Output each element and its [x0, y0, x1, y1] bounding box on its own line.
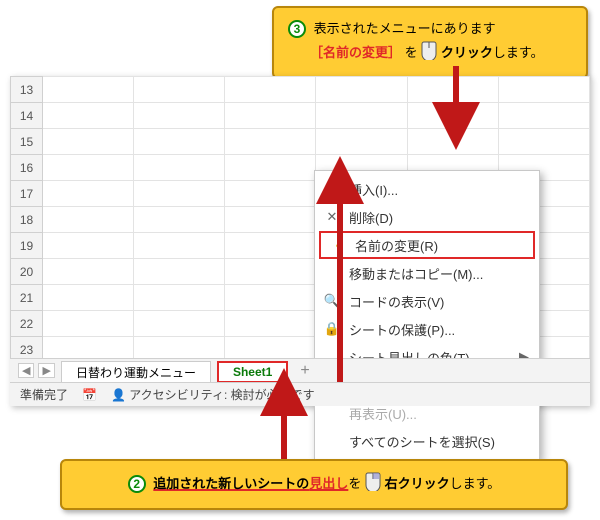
add-sheet-button[interactable]: +: [294, 362, 315, 380]
tab-nav-next[interactable]: ▶: [38, 363, 54, 378]
mouse-icon: [365, 471, 381, 498]
sheet-context-menu: 挿入(I)... ✕ 削除(D) • 名前の変更(R) 移動またはコピー(M).…: [314, 170, 540, 460]
cell[interactable]: [134, 207, 225, 233]
ctx-move-copy[interactable]: 移動またはコピー(M)...: [315, 259, 539, 287]
row-header[interactable]: 13: [11, 77, 43, 103]
callout-text: します。: [450, 476, 501, 491]
step-number-3: 3: [288, 20, 306, 38]
cell[interactable]: [134, 77, 225, 103]
cell[interactable]: [134, 311, 225, 337]
step-number-2: 2: [128, 475, 146, 493]
cell[interactable]: [498, 77, 589, 103]
accessibility-status: 👤 アクセシビリティ: 検討が必要です: [111, 386, 315, 403]
row-header[interactable]: 16: [11, 155, 43, 181]
ctx-view-code[interactable]: 🔍 コードの表示(V): [315, 287, 539, 315]
ctx-label: シートの保護(P)...: [349, 320, 455, 339]
callout-text: クリック: [441, 45, 493, 60]
ctx-label: 移動またはコピー(M)...: [349, 264, 483, 283]
cell[interactable]: [225, 233, 316, 259]
cell[interactable]: [407, 77, 498, 103]
ctx-label: 名前の変更(R): [355, 236, 438, 255]
ctx-protect[interactable]: 🔒 シートの保護(P)...: [315, 315, 539, 343]
person-icon: 👤: [111, 388, 126, 402]
cell[interactable]: [225, 311, 316, 337]
row-header[interactable]: 22: [11, 311, 43, 337]
cell[interactable]: [225, 103, 316, 129]
lock-icon: 🔒: [323, 321, 341, 337]
cell[interactable]: [316, 103, 407, 129]
calendar-icon: 📅: [82, 388, 97, 402]
magnify-icon: 🔍: [323, 293, 341, 309]
tab-nav-prev[interactable]: ◀: [18, 363, 34, 378]
callout-text: を: [405, 45, 418, 60]
delete-icon: ✕: [323, 209, 341, 225]
cell[interactable]: [225, 155, 316, 181]
ctx-select-all[interactable]: すべてのシートを選択(S): [315, 427, 539, 455]
tab-nav[interactable]: ◀ ▶: [18, 363, 55, 378]
cell[interactable]: [134, 259, 225, 285]
ctx-insert[interactable]: 挿入(I)...: [315, 175, 539, 203]
sheet-tab-bar: ◀ ▶ 日替わり運動メニュー Sheet1 +: [10, 358, 590, 382]
spreadsheet-window: 1314151617181920212223 挿入(I)... ✕ 削除(D) …: [10, 76, 590, 406]
ctx-label: すべてのシートを選択(S): [349, 432, 495, 451]
row-header[interactable]: 19: [11, 233, 43, 259]
cell[interactable]: [225, 129, 316, 155]
cell[interactable]: [407, 129, 498, 155]
row-header[interactable]: 15: [11, 129, 43, 155]
cell[interactable]: [43, 181, 134, 207]
status-text: アクセシビリティ: 検討が必要です: [129, 388, 314, 402]
callout-text: 右クリック: [385, 476, 450, 491]
ctx-rename[interactable]: • 名前の変更(R): [319, 231, 535, 259]
cell[interactable]: [43, 207, 134, 233]
cell[interactable]: [43, 311, 134, 337]
callout-text: 追加された新しいシートの: [153, 476, 309, 491]
row-header[interactable]: 18: [11, 207, 43, 233]
status-ready: 準備完了: [20, 386, 68, 403]
cell[interactable]: [407, 103, 498, 129]
cell[interactable]: [43, 103, 134, 129]
cell[interactable]: [43, 77, 134, 103]
cell[interactable]: [134, 181, 225, 207]
cell[interactable]: [316, 129, 407, 155]
cell[interactable]: [43, 259, 134, 285]
cell[interactable]: [225, 181, 316, 207]
row-header[interactable]: 21: [11, 285, 43, 311]
cell[interactable]: [134, 103, 225, 129]
cell[interactable]: [43, 155, 134, 181]
ctx-label: 削除(D): [349, 208, 393, 227]
instruction-callout-bottom: 2 追加された新しいシートの見出しを 右クリックします。: [60, 459, 568, 510]
cell[interactable]: [134, 155, 225, 181]
ctx-label: 再表示(U)...: [349, 404, 417, 423]
row-header[interactable]: 14: [11, 103, 43, 129]
cell[interactable]: [498, 129, 589, 155]
midashi-highlight: 見出し: [309, 476, 348, 491]
cell[interactable]: [43, 129, 134, 155]
row-header[interactable]: 20: [11, 259, 43, 285]
sheet-tab-1[interactable]: 日替わり運動メニュー: [61, 361, 211, 383]
bullet-icon: •: [329, 238, 347, 253]
mouse-icon: [421, 40, 437, 67]
cell[interactable]: [43, 285, 134, 311]
cell[interactable]: [134, 285, 225, 311]
cell[interactable]: [225, 77, 316, 103]
cell[interactable]: [225, 259, 316, 285]
callout-text: します。: [493, 45, 544, 60]
callout-text: 表示されたメニューにあります: [314, 21, 496, 36]
cell[interactable]: [134, 233, 225, 259]
row-header[interactable]: 17: [11, 181, 43, 207]
cell[interactable]: [43, 233, 134, 259]
cell[interactable]: [225, 285, 316, 311]
sheet-tab-2[interactable]: Sheet1: [217, 361, 288, 383]
ctx-label: コードの表示(V): [349, 292, 444, 311]
callout-text: を: [348, 476, 361, 491]
cell[interactable]: [316, 77, 407, 103]
rename-highlight: ［名前の変更］: [310, 45, 401, 60]
ctx-delete[interactable]: ✕ 削除(D): [315, 203, 539, 231]
status-bar: 準備完了 📅 👤 アクセシビリティ: 検討が必要です: [10, 382, 590, 406]
cell[interactable]: [498, 103, 589, 129]
instruction-callout-top: 3 表示されたメニューにあります ［名前の変更］ を クリックします。: [272, 6, 588, 79]
ctx-label: 挿入(I)...: [349, 180, 398, 199]
cell[interactable]: [225, 207, 316, 233]
cell[interactable]: [134, 129, 225, 155]
